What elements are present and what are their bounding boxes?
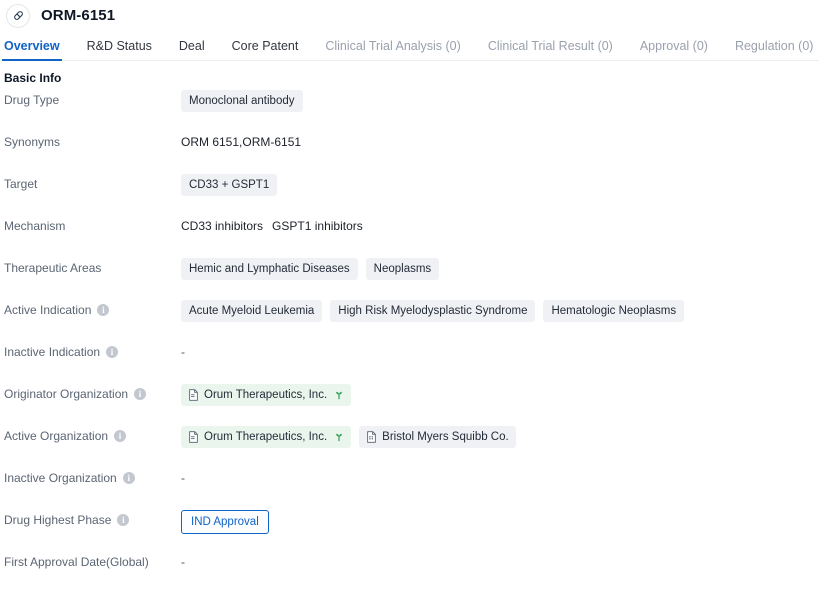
tab-deal[interactable]: Deal [179, 39, 205, 61]
row-label: Drug Type [0, 89, 181, 108]
row-label: Inactive Indication i [0, 341, 181, 360]
document-icon [188, 389, 199, 401]
tag-drug-type[interactable]: Monoclonal antibody [181, 90, 303, 112]
row-label: Therapeutic Areas [0, 257, 181, 276]
mechanism-item: GSPT1 inhibitors [272, 219, 363, 233]
tab-bar: Overview R&D Status Deal Core Patent Cli… [0, 31, 819, 61]
row-label-text: Target [4, 177, 38, 191]
row-first-approval-date: First Approval Date(Global) - [0, 551, 819, 593]
row-label: Mechanism [0, 215, 181, 234]
tag-active-indication[interactable]: High Risk Myelodysplastic Syndrome [330, 300, 536, 322]
pill-capsule-icon [6, 3, 30, 28]
tab-approval[interactable]: Approval (0) [640, 39, 708, 61]
row-label-text: Therapeutic Areas [4, 261, 102, 275]
row-label-text: Originator Organization [4, 387, 129, 401]
row-mechanism: Mechanism CD33 inhibitors GSPT1 inhibito… [0, 215, 819, 257]
row-value: Orum Therapeutics, Inc. [181, 425, 819, 448]
building-icon [366, 431, 377, 443]
row-label-text: Drug Type [4, 93, 60, 107]
info-icon[interactable]: i [134, 388, 147, 400]
page-header: ORM-6151 [0, 0, 819, 31]
row-label-text: Active Organization [4, 429, 109, 443]
row-inactive-organization: Inactive Organization i - [0, 467, 819, 509]
row-label-text: Inactive Indication [4, 345, 101, 359]
basic-info-table: Drug Type Monoclonal antibody Synonyms O… [0, 85, 819, 593]
row-synonyms: Synonyms ORM 6151,ORM-6151 [0, 131, 819, 173]
first-approval-date-value: - [181, 555, 185, 569]
organization-name: Orum Therapeutics, Inc. [204, 389, 328, 401]
page-title: ORM-6151 [41, 7, 116, 24]
row-label: Drug Highest Phase i [0, 509, 181, 528]
inactive-organization-value: - [181, 471, 185, 485]
info-icon[interactable]: i [114, 430, 127, 442]
row-value: - [181, 341, 819, 362]
tag-organization[interactable]: Orum Therapeutics, Inc. [181, 426, 352, 448]
tab-core-patent[interactable]: Core Patent [232, 39, 299, 61]
row-label-text: Mechanism [4, 219, 66, 233]
tab-clinical-trial-result[interactable]: Clinical Trial Result (0) [488, 39, 613, 61]
sprout-icon [334, 390, 344, 400]
tag-organization[interactable]: Bristol Myers Squibb Co. [359, 426, 516, 448]
row-target: Target CD33 + GSPT1 [0, 173, 819, 215]
row-value: Acute Myeloid Leukemia High Risk Myelody… [181, 299, 819, 322]
document-icon [188, 431, 199, 443]
row-label: Originator Organization i [0, 383, 181, 402]
row-value: IND Approval [181, 509, 819, 534]
row-active-indication: Active Indication i Acute Myeloid Leukem… [0, 299, 819, 341]
organization-name: Orum Therapeutics, Inc. [204, 431, 328, 443]
inactive-indication-value: - [181, 345, 185, 359]
row-therapeutic-areas: Therapeutic Areas Hemic and Lymphatic Di… [0, 257, 819, 299]
row-value: Monoclonal antibody [181, 89, 819, 112]
mechanism-item: CD33 inhibitors [181, 219, 264, 233]
row-drug-type: Drug Type Monoclonal antibody [0, 89, 819, 131]
row-value: CD33 + GSPT1 [181, 173, 819, 196]
info-icon[interactable]: i [97, 304, 110, 316]
tag-therapeutic-area[interactable]: Hemic and Lymphatic Diseases [181, 258, 358, 280]
tab-overview[interactable]: Overview [2, 39, 62, 61]
row-label: Target [0, 173, 181, 192]
row-value: ORM 6151,ORM-6151 [181, 131, 819, 152]
row-label-text: Active Indication [4, 303, 92, 317]
row-originator-organization: Originator Organization i Orum Therapeut… [0, 383, 819, 425]
row-active-organization: Active Organization i Orum Therapeutics,… [0, 425, 819, 467]
row-inactive-indication: Inactive Indication i - [0, 341, 819, 383]
row-label: Active Organization i [0, 425, 181, 444]
row-label: Inactive Organization i [0, 467, 181, 486]
synonyms-value: ORM 6151,ORM-6151 [181, 135, 302, 149]
tab-regulation[interactable]: Regulation (0) [735, 39, 814, 61]
status-badge-phase[interactable]: IND Approval [181, 510, 269, 534]
organization-name: Bristol Myers Squibb Co. [382, 431, 509, 443]
row-label-text: Inactive Organization [4, 471, 117, 485]
row-value: - [181, 467, 819, 488]
info-icon[interactable]: i [106, 346, 119, 358]
row-value: CD33 inhibitors GSPT1 inhibitors [181, 215, 819, 236]
row-label-text: Synonyms [4, 135, 61, 149]
row-label: First Approval Date(Global) [0, 551, 181, 570]
section-title-basic-info: Basic Info [4, 71, 62, 85]
mechanism-list: CD33 inhibitors GSPT1 inhibitors [181, 219, 363, 233]
info-icon[interactable]: i [122, 472, 135, 484]
row-label-text: First Approval Date(Global) [4, 555, 149, 569]
row-value: Hemic and Lymphatic Diseases Neoplasms [181, 257, 819, 280]
row-label: Synonyms [0, 131, 181, 150]
tag-target[interactable]: CD33 + GSPT1 [181, 174, 278, 196]
tag-organization[interactable]: Orum Therapeutics, Inc. [181, 384, 352, 406]
tag-active-indication[interactable]: Acute Myeloid Leukemia [181, 300, 323, 322]
row-value: Orum Therapeutics, Inc. [181, 383, 819, 406]
tab-clinical-trial-analysis[interactable]: Clinical Trial Analysis (0) [325, 39, 460, 61]
tag-therapeutic-area[interactable]: Neoplasms [365, 258, 440, 280]
row-drug-highest-phase: Drug Highest Phase i IND Approval [0, 509, 819, 551]
tab-rd-status[interactable]: R&D Status [87, 39, 152, 61]
row-label-text: Drug Highest Phase [4, 513, 112, 527]
row-label: Active Indication i [0, 299, 181, 318]
tag-active-indication[interactable]: Hematologic Neoplasms [543, 300, 685, 322]
sprout-icon [334, 432, 344, 442]
info-icon[interactable]: i [117, 514, 130, 526]
